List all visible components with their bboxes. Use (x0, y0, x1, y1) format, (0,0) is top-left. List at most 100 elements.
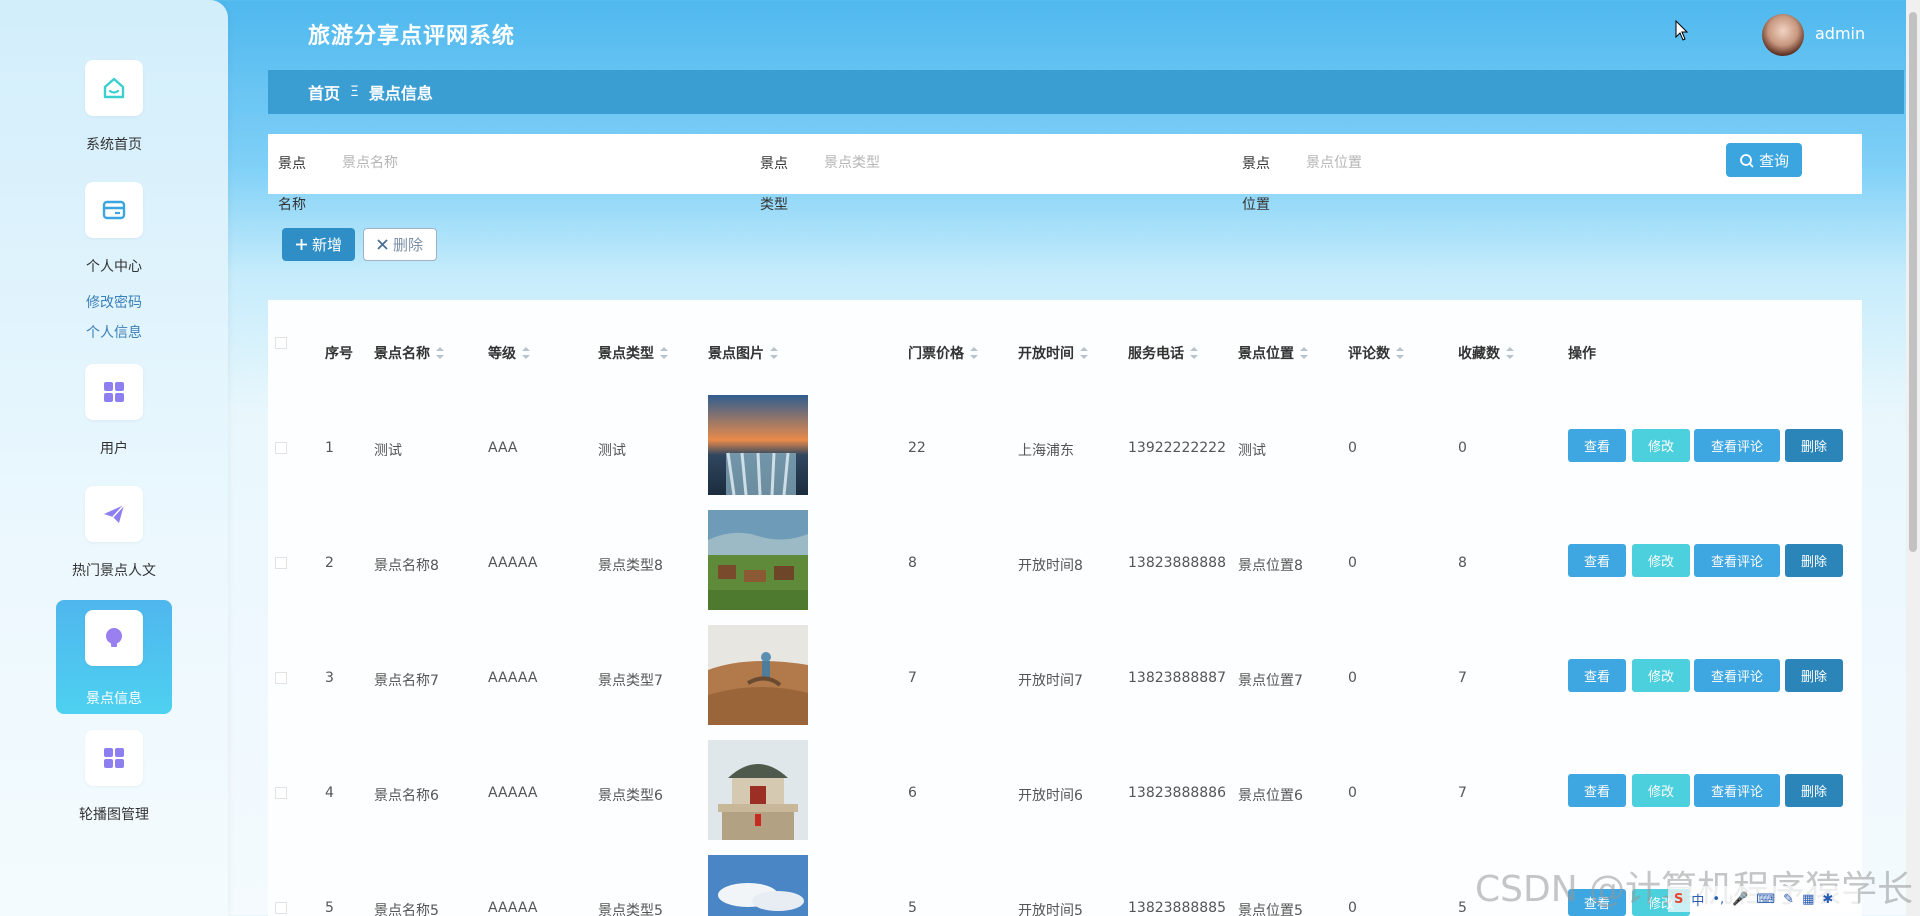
batch-delete-button[interactable]: 删除 (363, 228, 437, 261)
delete-button[interactable]: 删除 (1785, 544, 1843, 577)
col-header-location[interactable]: 景点位置 (1238, 343, 1308, 363)
sidebar-item-hot-attractions[interactable]: 热门景点人文 (56, 484, 172, 598)
cell-open-time: 开放时间8 (1018, 558, 1083, 574)
row-checkbox[interactable] (275, 787, 287, 799)
view-button[interactable]: 查看 (1568, 774, 1626, 807)
search-input-type[interactable] (824, 152, 1024, 174)
cell-open-time: 开放时间7 (1018, 673, 1083, 689)
view-button[interactable]: 查看 (1568, 659, 1626, 692)
cell-price: 6 (908, 785, 917, 801)
search-input-location[interactable] (1306, 152, 1506, 174)
sidebar-item-home[interactable]: 系统首页 (56, 58, 172, 172)
edit-button[interactable]: 修改 (1632, 659, 1690, 692)
view-reviews-button[interactable]: 查看评论 (1694, 429, 1780, 462)
cell-grade: AAAAA (488, 670, 538, 686)
cell-price: 8 (908, 555, 917, 571)
delete-button[interactable]: 删除 (1785, 429, 1843, 462)
sort-icon[interactable] (770, 347, 778, 359)
cell-grade: AAA (488, 440, 518, 456)
attraction-image-temple[interactable] (708, 740, 808, 840)
attraction-image-village[interactable] (708, 510, 808, 610)
data-table (268, 300, 1862, 916)
sort-icon[interactable] (1300, 347, 1308, 359)
cell-favorites: 7 (1458, 785, 1467, 801)
row-checkbox[interactable] (275, 902, 287, 914)
sidebar-item-users[interactable]: 用户 (56, 362, 172, 476)
view-button[interactable]: 查看 (1568, 429, 1626, 462)
sort-icon[interactable] (522, 347, 530, 359)
col-header-grade[interactable]: 等级 (488, 343, 530, 363)
col-header-price[interactable]: 门票价格 (908, 343, 978, 363)
col-header-type[interactable]: 景点类型 (598, 343, 668, 363)
punctuation-icon[interactable]: •, (1712, 892, 1724, 907)
add-button[interactable]: 新增 (282, 228, 355, 261)
col-header-image[interactable]: 景点图片 (708, 343, 778, 363)
cell-name: 测试 (374, 443, 402, 459)
attraction-image-sky[interactable] (708, 855, 808, 916)
search-button[interactable]: 查询 (1726, 143, 1802, 177)
delete-button[interactable]: 删除 (1785, 659, 1843, 692)
ime-mode-label[interactable]: 中 (1691, 890, 1704, 909)
col-header-index: 序号 (325, 343, 353, 363)
sort-icon[interactable] (660, 347, 668, 359)
col-header-name[interactable]: 景点名称 (374, 343, 444, 363)
search-label-name-bottom: 名称 (278, 197, 306, 213)
col-header-favorites[interactable]: 收藏数 (1458, 343, 1514, 363)
scrollbar[interactable] (1906, 0, 1920, 916)
sidebar-sublink-personal-info[interactable]: 个人信息 (0, 322, 228, 342)
row-checkbox[interactable] (275, 557, 287, 569)
sort-icon[interactable] (1190, 347, 1198, 359)
search-label-type-top: 景点 (760, 156, 788, 172)
col-header-phone[interactable]: 服务电话 (1128, 343, 1198, 363)
ime-toolbar[interactable]: S 中 •, 🎤 ⌨ ✎ ▦ ✱ (1668, 886, 1858, 912)
sort-icon[interactable] (1080, 347, 1088, 359)
view-reviews-button[interactable]: 查看评论 (1694, 774, 1780, 807)
delete-button[interactable]: 删除 (1785, 774, 1843, 807)
col-header-label: 景点类型 (598, 346, 654, 362)
cell-comments: 0 (1348, 900, 1357, 916)
sort-icon[interactable] (436, 347, 444, 359)
row-checkbox[interactable] (275, 442, 287, 454)
breadcrumb-home[interactable]: 首页 (308, 80, 340, 104)
cell-phone: 13823888888 (1128, 555, 1226, 571)
edit-button[interactable]: 修改 (1632, 544, 1690, 577)
view-reviews-button[interactable]: 查看评论 (1694, 659, 1780, 692)
cell-name: 景点名称8 (374, 558, 439, 574)
search-input-name[interactable] (342, 152, 542, 174)
col-header-open-time[interactable]: 开放时间 (1018, 343, 1088, 363)
attraction-image-desert[interactable] (708, 625, 808, 725)
search-label-location-bottom: 位置 (1242, 197, 1270, 213)
view-reviews-button[interactable]: 查看评论 (1694, 544, 1780, 577)
sidebar-item-attraction-info[interactable]: 景点信息 (56, 600, 172, 714)
sort-icon[interactable] (1506, 347, 1514, 359)
sidebar-item-profile[interactable]: 个人中心 (56, 180, 172, 294)
keyboard-icon[interactable]: ⌨ (1756, 892, 1775, 907)
cell-phone: 13823888886 (1128, 785, 1226, 801)
mic-icon[interactable]: 🎤 (1732, 892, 1748, 907)
sort-icon[interactable] (1396, 347, 1404, 359)
cell-name: 景点名称5 (374, 903, 439, 916)
cell-favorites: 0 (1458, 440, 1467, 456)
attraction-image-waterfall[interactable] (708, 395, 808, 495)
sort-icon[interactable] (970, 347, 978, 359)
sidebar-item-carousel[interactable]: 轮播图管理 (56, 728, 172, 842)
user-name[interactable]: admin (1815, 24, 1865, 43)
cell-grade: AAAAA (488, 785, 538, 801)
scrollbar-thumb[interactable] (1909, 12, 1917, 552)
cell-grade: AAAAA (488, 555, 538, 571)
mouse-cursor-icon (1675, 19, 1689, 46)
col-header-label: 操作 (1568, 346, 1596, 362)
skin-icon[interactable]: ✎ (1783, 892, 1794, 907)
edit-button[interactable]: 修改 (1632, 429, 1690, 462)
grid-icon[interactable]: ▦ (1802, 892, 1814, 907)
view-button[interactable]: 查看 (1568, 544, 1626, 577)
edit-button[interactable]: 修改 (1632, 774, 1690, 807)
cell-location: 景点位置8 (1238, 558, 1303, 574)
avatar[interactable] (1762, 14, 1804, 56)
select-all-checkbox[interactable] (275, 337, 287, 349)
close-icon (377, 239, 388, 250)
row-checkbox[interactable] (275, 672, 287, 684)
settings-icon[interactable]: ✱ (1822, 892, 1833, 907)
sidebar-sublink-change-password[interactable]: 修改密码 (0, 292, 228, 312)
col-header-comments[interactable]: 评论数 (1348, 343, 1404, 363)
